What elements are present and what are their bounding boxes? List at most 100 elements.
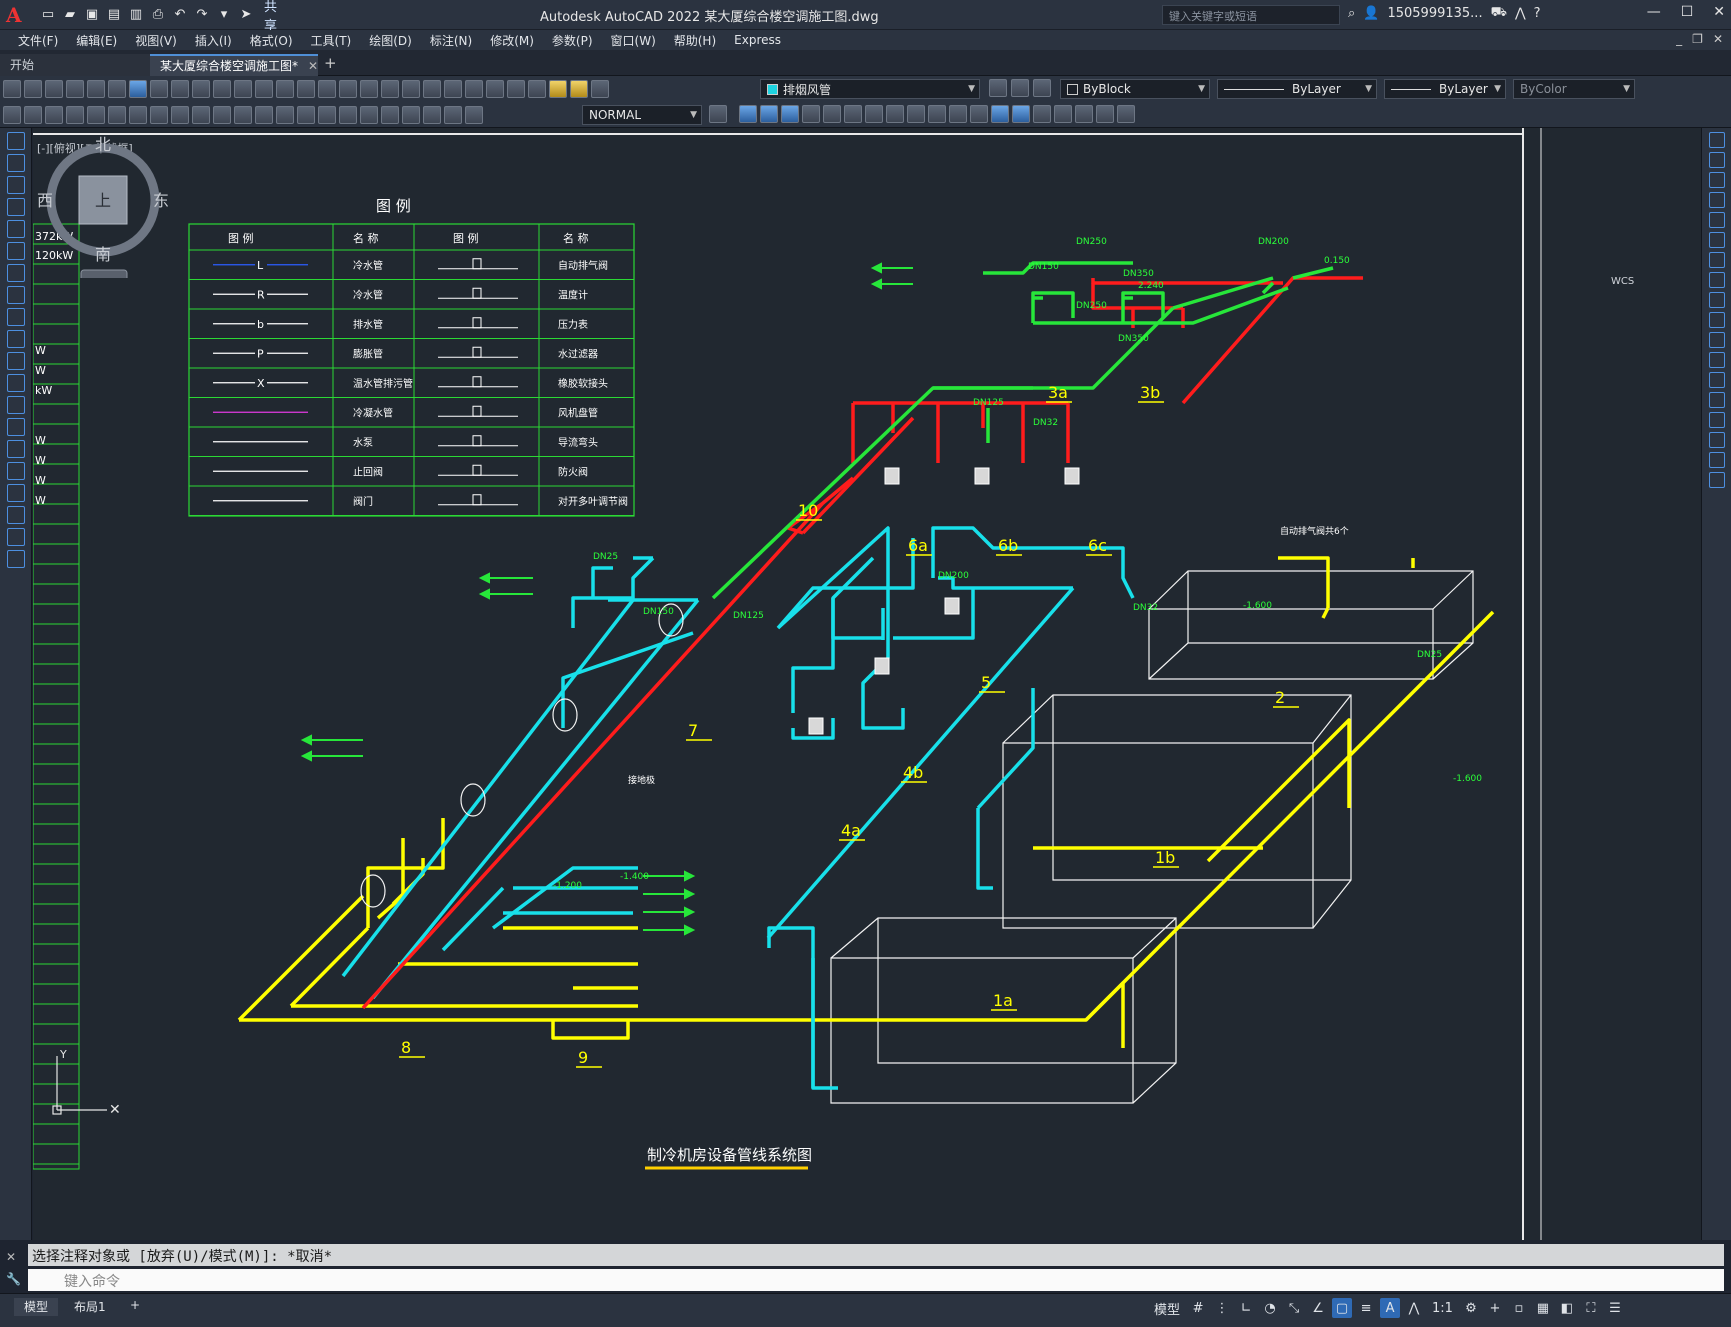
lineweight-select[interactable]: ByLayer ▼ xyxy=(1384,79,1506,99)
save-file-icon[interactable] xyxy=(45,80,63,98)
break-side-icon[interactable] xyxy=(1709,372,1725,388)
redo-icon[interactable]: ↷ xyxy=(192,5,212,25)
menu-view[interactable]: 视图(V) xyxy=(135,32,177,49)
scale-icon[interactable] xyxy=(949,105,967,123)
cut-icon[interactable] xyxy=(150,80,168,98)
quick-dim-icon[interactable] xyxy=(234,105,252,124)
tab-model[interactable]: 模型 xyxy=(14,1298,59,1316)
help-icon[interactable]: ? xyxy=(1534,6,1541,21)
redo-tb-icon[interactable] xyxy=(276,80,294,98)
print-preview-icon[interactable] xyxy=(87,80,105,98)
arc-length-icon[interactable] xyxy=(108,105,126,124)
style-icon-2[interactable] xyxy=(24,105,42,124)
dim-text-edit-icon[interactable] xyxy=(444,105,462,124)
erase-icon[interactable] xyxy=(802,105,820,123)
point-icon[interactable] xyxy=(7,418,25,436)
help-tb-icon[interactable] xyxy=(507,80,525,98)
add-selected-icon[interactable] xyxy=(7,550,25,568)
array-icon[interactable] xyxy=(886,105,904,123)
style-icon-1[interactable] xyxy=(3,105,21,124)
block-editor-icon[interactable] xyxy=(234,80,252,98)
layer-select[interactable]: 排烟风管 ▼ xyxy=(760,79,980,99)
inspect-icon[interactable] xyxy=(381,105,399,124)
menu-insert[interactable]: 插入(I) xyxy=(195,32,232,49)
customize-status-icon[interactable]: ☰ xyxy=(1605,1298,1625,1318)
customize-icon[interactable]: ▾ xyxy=(214,5,234,25)
mirror-icon[interactable] xyxy=(844,105,862,123)
annotation-scale[interactable]: 1:1 xyxy=(1428,1298,1457,1318)
break-point-side-icon[interactable] xyxy=(1709,352,1725,368)
dimstyle-manager-icon[interactable] xyxy=(709,105,727,123)
properties-icon[interactable] xyxy=(381,80,399,98)
center-mark-icon[interactable] xyxy=(360,105,378,124)
autodesk-app-icon[interactable]: ⋀ xyxy=(1515,6,1526,21)
paste-icon[interactable] xyxy=(192,80,210,98)
share-icon[interactable]: ➤ xyxy=(236,5,256,25)
lineweight-icon[interactable]: ≡ xyxy=(1356,1298,1376,1318)
rotate-icon[interactable] xyxy=(928,105,946,123)
undo-tb-icon[interactable] xyxy=(255,80,273,98)
grid-icon[interactable]: # xyxy=(1188,1298,1208,1318)
line-icon[interactable] xyxy=(7,132,25,150)
ellipse-icon[interactable] xyxy=(7,330,25,348)
mtext-icon[interactable] xyxy=(7,528,25,546)
calculator-icon[interactable] xyxy=(486,80,504,98)
polar-icon[interactable]: ◔ xyxy=(1260,1298,1280,1318)
join-side-icon[interactable] xyxy=(1709,392,1725,408)
command-input[interactable]: 键入命令 xyxy=(28,1269,1724,1291)
annotation-visibility-icon[interactable]: A xyxy=(1380,1298,1401,1318)
extend-icon[interactable] xyxy=(1012,105,1030,123)
add-layout-icon[interactable]: + xyxy=(120,1298,150,1316)
match-properties-icon[interactable] xyxy=(213,80,231,98)
osnap-icon[interactable]: ▢ xyxy=(1332,1298,1353,1318)
viewcube-top[interactable]: 上 xyxy=(95,191,111,210)
new-tab-icon[interactable]: + xyxy=(324,54,337,72)
autocad-logo-icon[interactable]: A xyxy=(6,2,32,28)
rectangle-icon[interactable] xyxy=(7,220,25,238)
menu-window[interactable]: 窗口(W) xyxy=(611,32,656,49)
spline-icon[interactable] xyxy=(7,308,25,326)
snap-icon[interactable]: ⋮ xyxy=(1212,1298,1232,1318)
undo-icon[interactable]: ↶ xyxy=(170,5,190,25)
table-icon[interactable] xyxy=(7,506,25,524)
revision-cloud-icon[interactable] xyxy=(7,286,25,304)
gradient-icon[interactable] xyxy=(7,462,25,480)
layer-freeze-icon[interactable] xyxy=(570,80,588,98)
pan-icon[interactable] xyxy=(297,80,315,98)
zoom-window-icon[interactable] xyxy=(339,80,357,98)
compass-east[interactable]: 东 xyxy=(153,191,169,210)
dim-edit-icon[interactable] xyxy=(423,105,441,124)
doc-close-icon[interactable]: ✕ xyxy=(1713,32,1723,46)
design-center-icon[interactable] xyxy=(402,80,420,98)
fillet-side-icon[interactable] xyxy=(1709,432,1725,448)
qnew-icon[interactable] xyxy=(3,80,21,98)
polygon-icon[interactable] xyxy=(7,198,25,216)
arc-icon[interactable] xyxy=(7,242,25,260)
offset-icon[interactable] xyxy=(865,105,883,123)
extend-side-icon[interactable] xyxy=(1709,332,1725,348)
wcs-menu[interactable]: WCS xyxy=(1611,276,1634,287)
dimstyle-select[interactable]: NORMAL ▼ xyxy=(582,105,702,125)
insert-block-icon[interactable] xyxy=(7,374,25,392)
hatch-icon[interactable] xyxy=(7,440,25,458)
user-icon[interactable]: 👤 xyxy=(1363,6,1379,21)
erase-side-icon[interactable] xyxy=(1709,132,1725,148)
aligned-dim-icon[interactable] xyxy=(87,105,105,124)
tab-layout1[interactable]: 布局1 xyxy=(64,1298,116,1316)
drawing-canvas[interactable]: 372kW 120kW W WkW W W W W 图 例 图 例 名 称 图 例 名 称 L… xyxy=(33,128,1701,1240)
auto-scale-icon[interactable]: ⋀ xyxy=(1404,1298,1424,1318)
open-file-icon[interactable] xyxy=(24,80,42,98)
menu-dimension[interactable]: 标注(N) xyxy=(430,32,472,49)
search-input[interactable]: 键入关键字或短语 xyxy=(1162,5,1340,25)
compass-west[interactable]: 西 xyxy=(37,191,53,210)
radius-icon[interactable] xyxy=(150,105,168,124)
tab-drawing[interactable]: 某大厦综合楼空调施工图* ✕ xyxy=(150,53,318,76)
stretch-icon[interactable] xyxy=(970,105,988,123)
menu-edit[interactable]: 编辑(E) xyxy=(76,32,117,49)
offset-side-icon[interactable] xyxy=(1709,192,1725,208)
trim-side-icon[interactable] xyxy=(1709,312,1725,328)
ordinate-icon[interactable] xyxy=(129,105,147,124)
3d-print-icon[interactable] xyxy=(129,80,147,98)
save-as-icon[interactable]: ▤ xyxy=(104,5,124,25)
copy-side-icon[interactable] xyxy=(1709,152,1725,168)
